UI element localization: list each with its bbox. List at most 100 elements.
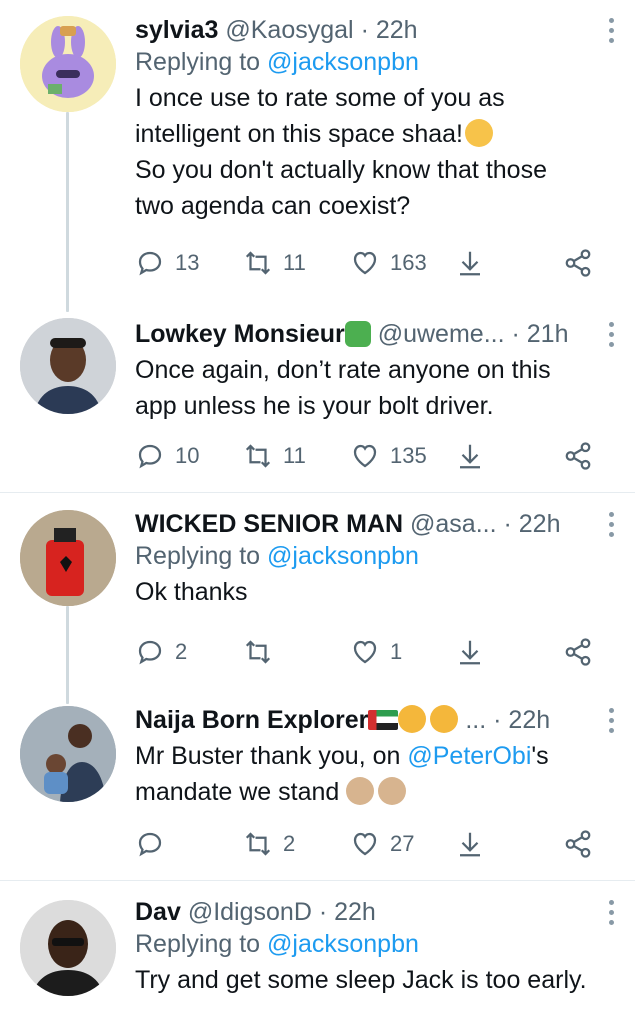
smirk-emoji [465, 119, 493, 147]
like-icon [353, 832, 377, 856]
tweet-divider [0, 880, 635, 881]
avatar-lowkey-monsieur[interactable] [20, 318, 116, 414]
more-icon[interactable] [609, 900, 617, 930]
download-button[interactable] [455, 436, 485, 476]
download-button[interactable] [455, 243, 485, 283]
like-count: 163 [390, 250, 427, 275]
download-icon [460, 832, 480, 857]
retweet-button[interactable] [243, 632, 283, 672]
retweet-icon [245, 832, 271, 856]
retweet-count: 2 [283, 831, 296, 856]
author-name[interactable]: Lowkey Monsieur [135, 320, 345, 348]
share-button[interactable] [563, 436, 593, 476]
tweet-divider [0, 492, 635, 493]
reply-count: 10 [175, 443, 200, 468]
tweet-text: Ok thanks [135, 578, 248, 606]
like-button[interactable]: 163 [350, 243, 427, 283]
share-icon [565, 249, 591, 277]
reply-icon [138, 640, 162, 665]
avatar-dav[interactable] [20, 900, 116, 996]
download-icon [460, 640, 480, 665]
like-button[interactable]: 135 [350, 436, 427, 476]
retweet-icon [245, 640, 271, 664]
tweet-actions: 10 11 135 [135, 436, 615, 476]
retweet-button[interactable]: 11 [243, 436, 306, 476]
reply-button[interactable]: 10 [135, 436, 199, 476]
share-icon [565, 638, 591, 666]
replying-to: Replying to @jacksonpbn [135, 930, 419, 958]
tweet-time[interactable]: · 22h [504, 510, 561, 538]
like-icon [353, 251, 377, 275]
reply-count: 13 [175, 250, 200, 275]
reply-icon [138, 444, 162, 469]
like-count: 135 [390, 443, 427, 468]
download-button[interactable] [455, 632, 485, 672]
more-icon[interactable] [609, 322, 617, 352]
share-button[interactable] [563, 632, 593, 672]
reply-button[interactable]: 2 [135, 632, 187, 672]
reply-icon [138, 251, 162, 276]
tweet-time[interactable]: · 21h [511, 320, 568, 348]
retweet-count: 11 [283, 443, 306, 468]
retweet-icon [245, 444, 271, 468]
reply-button[interactable] [135, 824, 175, 864]
tweet-actions: 2 27 [135, 824, 615, 864]
replying-to-link[interactable]: @jacksonpbn [267, 48, 419, 76]
download-icon [460, 251, 480, 276]
author-name[interactable]: Dav [135, 898, 181, 926]
replying-to-link[interactable]: @jacksonpbn [267, 542, 419, 570]
download-icon [460, 444, 480, 469]
author-name[interactable]: sylvia3 [135, 16, 218, 44]
share-button[interactable] [563, 824, 593, 864]
more-icon[interactable] [609, 512, 617, 542]
replying-to: Replying to @jacksonpbn [135, 48, 419, 76]
replying-to: Replying to @jacksonpbn [135, 542, 419, 570]
tweet-time[interactable]: · 22h [319, 898, 376, 926]
retweet-button[interactable]: 11 [243, 243, 306, 283]
thread-line [66, 112, 69, 312]
retweet-button[interactable]: 2 [243, 824, 295, 864]
tweet-time[interactable]: · 22h [361, 16, 418, 44]
tweet-actions: 2 1 [135, 632, 615, 672]
raised-fist-emoji [430, 705, 459, 733]
avatar-wicked-senior-man[interactable] [20, 510, 116, 606]
raised-fist-emoji [346, 777, 375, 805]
share-button[interactable] [563, 243, 593, 283]
reply-icon [138, 832, 162, 857]
uae-flag-emoji [368, 710, 399, 730]
author-handle[interactable]: ... [465, 706, 486, 734]
like-count: 27 [390, 831, 415, 856]
tweet-text: Once again, don’t rate anyone on this ap… [135, 356, 551, 420]
like-count: 1 [390, 639, 403, 664]
replying-to-link[interactable]: @jacksonpbn [267, 930, 419, 958]
like-icon [353, 640, 377, 664]
like-button[interactable]: 1 [350, 632, 402, 672]
tweet-text: I once use to rate some of you as intell… [135, 84, 547, 220]
share-icon [565, 830, 591, 858]
more-icon[interactable] [609, 18, 617, 48]
like-icon [353, 444, 377, 468]
thread-line [66, 606, 69, 704]
virgo-emoji [344, 321, 371, 347]
mention-link[interactable]: @PeterObi [407, 742, 531, 770]
avatar-sylvia3[interactable] [20, 16, 116, 112]
reply-button[interactable]: 13 [135, 243, 199, 283]
author-name[interactable]: Naija Born Explorer [135, 706, 368, 734]
tweet-text: Mr Buster thank you, on @PeterObi's mand… [135, 742, 549, 806]
author-handle[interactable]: @IdigsonD [188, 898, 312, 926]
tweet-text: Try and get some sleep Jack is too early… [135, 966, 587, 994]
tweet-time[interactable]: · 22h [493, 706, 550, 734]
author-handle[interactable]: @Kaosygal [225, 16, 353, 44]
author-handle[interactable]: @uweme... [378, 320, 505, 348]
flexed-biceps-emoji [398, 705, 427, 733]
more-icon[interactable] [609, 708, 617, 738]
author-name[interactable]: WICKED SENIOR MAN [135, 510, 403, 538]
download-button[interactable] [455, 824, 485, 864]
retweet-count: 11 [283, 250, 306, 275]
reply-count: 2 [175, 639, 188, 664]
share-icon [565, 442, 591, 470]
author-handle[interactable]: @asa... [410, 510, 497, 538]
raised-fist-emoji [378, 777, 407, 805]
like-button[interactable]: 27 [350, 824, 414, 864]
avatar-naija-born-explorer[interactable] [20, 706, 116, 802]
